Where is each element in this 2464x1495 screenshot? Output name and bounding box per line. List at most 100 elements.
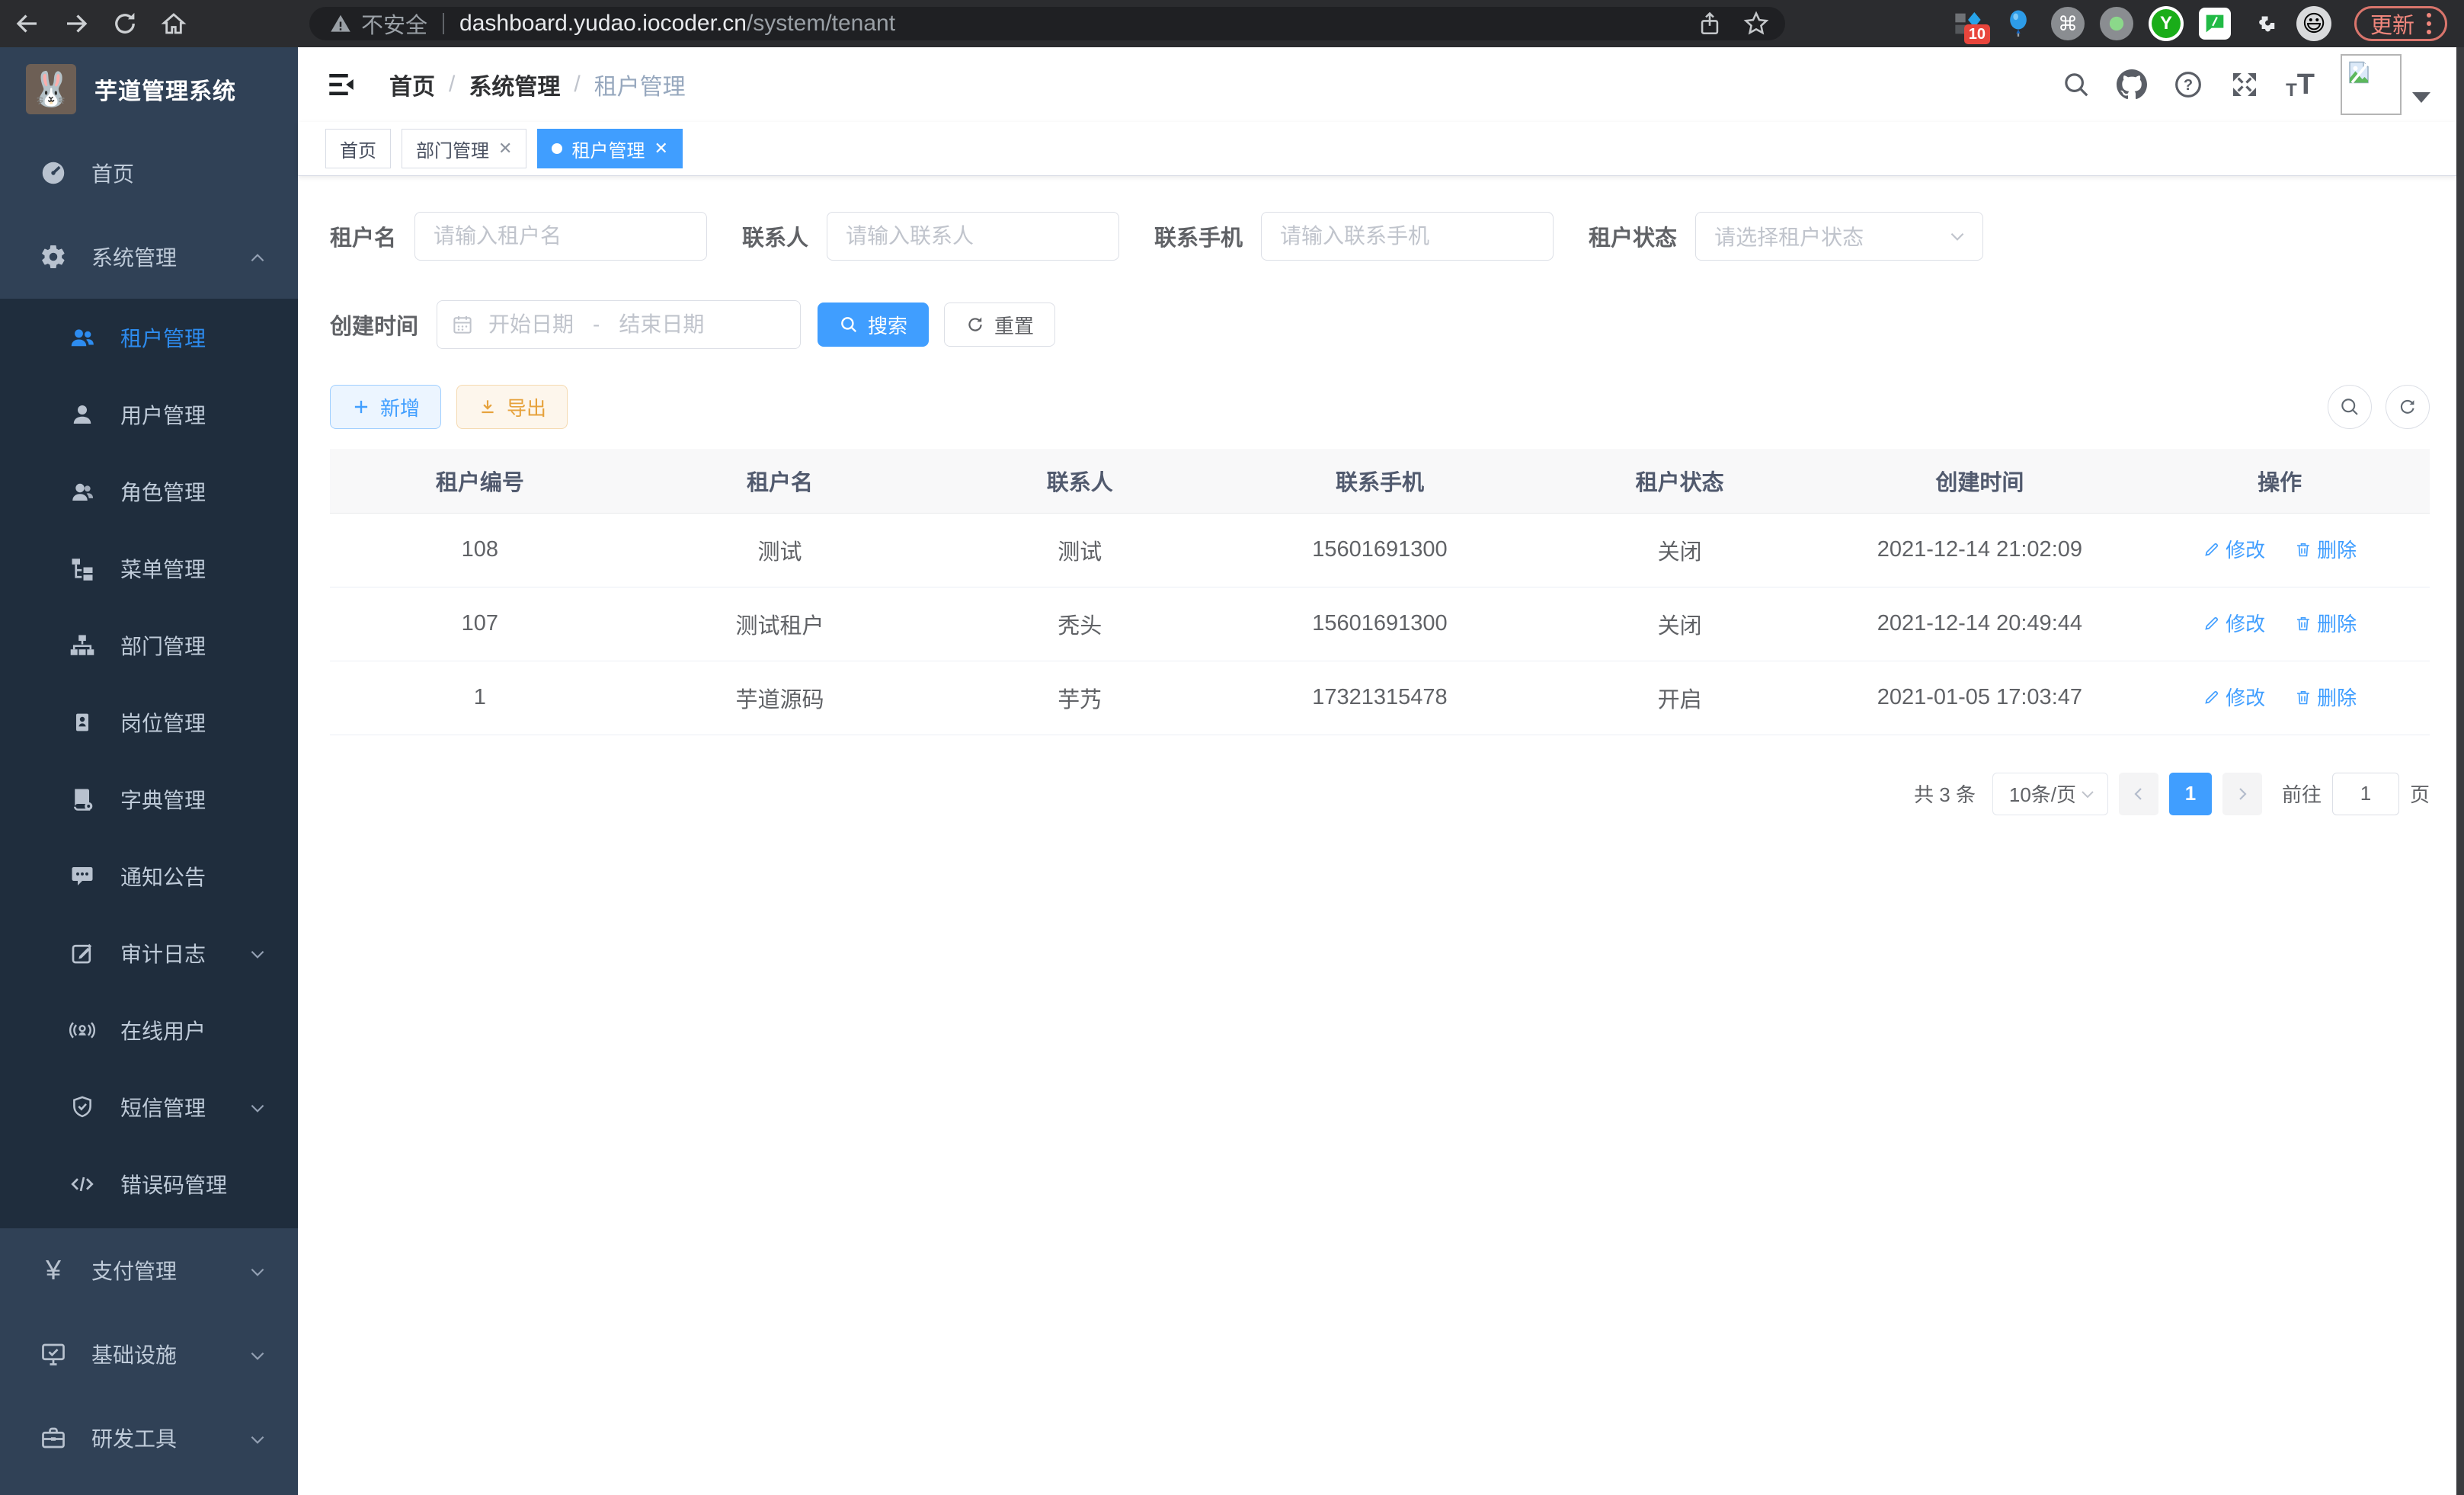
extension-grey-dot[interactable]: [2100, 7, 2133, 40]
mobile-label: 联系手机: [1154, 220, 1243, 252]
edit-link[interactable]: 修改: [2203, 683, 2265, 711]
tag-close-icon[interactable]: ✕: [498, 139, 512, 158]
page-number-button[interactable]: 1: [2169, 773, 2212, 815]
contact-input[interactable]: [827, 212, 1119, 261]
sidebar-item-label: 研发工具: [91, 1423, 177, 1453]
cell-mobile: 15601691300: [1230, 587, 1530, 661]
next-page-button[interactable]: [2222, 773, 2262, 815]
fullscreen-icon[interactable]: [2229, 69, 2260, 100]
edit-link[interactable]: 修改: [2203, 535, 2265, 563]
refresh-table-button[interactable]: [2386, 385, 2430, 429]
sidebar-item-infrastructure[interactable]: 基础设施: [0, 1312, 298, 1396]
font-size-icon[interactable]: TT: [2286, 69, 2315, 101]
browser-profile-avatar[interactable]: 😃: [2296, 6, 2331, 41]
sidebar-item-label: 用户管理: [120, 399, 206, 430]
extension-balloon[interactable]: [2001, 6, 2036, 41]
browser-update-button[interactable]: 更新: [2354, 6, 2447, 41]
sidebar-item-payment[interactable]: ¥ 支付管理: [0, 1228, 298, 1312]
address-bar[interactable]: 不安全 dashboard.yudao.iocoder.cn/system/te…: [309, 7, 1785, 40]
end-date-input[interactable]: [604, 312, 718, 337]
sidebar-item-notices[interactable]: 通知公告: [0, 837, 298, 914]
browser-home-button[interactable]: [152, 2, 195, 45]
browser-forward-button[interactable]: [55, 2, 98, 45]
sidebar-item-departments[interactable]: 部门管理: [0, 607, 298, 683]
extension-chat[interactable]: [2199, 8, 2231, 40]
payment-yen-icon: ¥: [38, 1254, 69, 1286]
main-area: 首页 / 系统管理 / 租户管理 ? TT 首页 部门管理 ✕: [298, 47, 2456, 1495]
start-date-input[interactable]: [474, 312, 588, 337]
goto-label: 前往: [2282, 780, 2322, 808]
extension-diamond[interactable]: 10: [1950, 6, 1986, 41]
sidebar-item-online-users[interactable]: 在线用户: [0, 991, 298, 1068]
sidebar-item-users[interactable]: 用户管理: [0, 376, 298, 453]
sidebar-item-devtools[interactable]: 研发工具: [0, 1396, 298, 1480]
sidebar-item-menus[interactable]: 菜单管理: [0, 530, 298, 607]
user-avatar-menu[interactable]: [2341, 54, 2430, 115]
window-scrollbar-track[interactable]: [2456, 47, 2464, 1495]
tag-tenant-active[interactable]: 租户管理 ✕: [537, 129, 682, 168]
sidebar-collapse-icon[interactable]: [325, 69, 357, 101]
trash-icon: [2294, 540, 2312, 559]
tag-close-icon[interactable]: ✕: [654, 139, 667, 158]
sidebar-item-dictionary[interactable]: 字典管理: [0, 760, 298, 837]
delete-link[interactable]: 删除: [2294, 683, 2357, 711]
contact-label: 联系人: [742, 220, 808, 252]
chevron-down-icon: [1947, 226, 1967, 246]
add-button[interactable]: 新增: [330, 385, 441, 429]
chevron-down-icon: [248, 941, 267, 965]
show-search-toggle-button[interactable]: [2328, 385, 2372, 429]
header-search-icon[interactable]: [2062, 70, 2091, 99]
system-submenu: 租户管理 用户管理 角色管理 菜单管理 部门管理: [0, 299, 298, 1228]
tag-dept[interactable]: 部门管理 ✕: [402, 129, 526, 168]
cell-created: 2021-01-05 17:03:47: [1830, 661, 2130, 735]
mobile-input[interactable]: [1261, 212, 1554, 261]
browser-menu-kebab-icon[interactable]: [2427, 13, 2431, 34]
col-status: 租户状态: [1530, 449, 1830, 513]
command-icon: ⌘: [2058, 12, 2078, 36]
create-time-range-picker[interactable]: -: [437, 300, 801, 349]
sidebar-item-system[interactable]: 系统管理: [0, 215, 298, 299]
sidebar-item-posts[interactable]: 岗位管理: [0, 683, 298, 760]
reset-button[interactable]: 重置: [944, 303, 1055, 347]
sidebar-item-audit-log[interactable]: 审计日志: [0, 914, 298, 991]
sidebar-item-roles[interactable]: 角色管理: [0, 453, 298, 530]
extension-y[interactable]: Y: [2149, 6, 2184, 41]
goto-page-input[interactable]: [2332, 773, 2399, 815]
dashboard-icon: [38, 159, 69, 187]
sidebar-item-tenant[interactable]: 租户管理: [0, 299, 298, 376]
sidebar-item-home[interactable]: 首页: [0, 131, 298, 215]
browser-reload-button[interactable]: [104, 2, 146, 45]
puzzle-icon: [2249, 9, 2278, 38]
breadcrumb-system[interactable]: 系统管理: [469, 68, 560, 101]
browser-back-button[interactable]: [6, 2, 49, 45]
export-button[interactable]: 导出: [456, 385, 568, 429]
bookmark-star-icon[interactable]: [1742, 10, 1770, 37]
tag-home[interactable]: 首页: [325, 129, 391, 168]
page-size-select[interactable]: 10条/页: [1992, 773, 2108, 815]
breadcrumb-home[interactable]: 首页: [389, 68, 435, 101]
delete-link[interactable]: 删除: [2294, 609, 2357, 637]
sidebar-item-label: 部门管理: [120, 630, 206, 661]
edit-link[interactable]: 修改: [2203, 609, 2265, 637]
delete-link[interactable]: 删除: [2294, 535, 2357, 563]
search-button[interactable]: 搜索: [818, 303, 929, 347]
status-select[interactable]: 请选择租户状态: [1695, 212, 1983, 261]
sidebar-item-error-codes[interactable]: 错误码管理: [0, 1145, 298, 1222]
cell-contact: 测试: [930, 513, 1230, 587]
prev-page-button[interactable]: [2119, 773, 2158, 815]
col-actions: 操作: [2130, 449, 2430, 513]
github-icon[interactable]: [2117, 69, 2147, 100]
sidebar-item-sms[interactable]: 短信管理: [0, 1068, 298, 1145]
omnibox-divider: [443, 13, 444, 34]
share-icon[interactable]: [1697, 11, 1723, 37]
page-content: 租户名 联系人 联系手机 租户状态 请选择租户状态 创建时间: [298, 176, 2456, 1495]
chevron-up-icon: [248, 245, 267, 269]
extensions-puzzle-button[interactable]: [2246, 6, 2281, 41]
cell-contact: 芋艿: [930, 661, 1230, 735]
extension-command[interactable]: ⌘: [2051, 7, 2085, 40]
help-icon[interactable]: ?: [2173, 69, 2203, 100]
app-logo-row[interactable]: 🐰 芋道管理系统: [0, 47, 298, 131]
browser-chrome: 不安全 dashboard.yudao.iocoder.cn/system/te…: [0, 0, 2464, 47]
y-extension-icon: Y: [2152, 9, 2181, 38]
tenant-name-input[interactable]: [414, 212, 707, 261]
